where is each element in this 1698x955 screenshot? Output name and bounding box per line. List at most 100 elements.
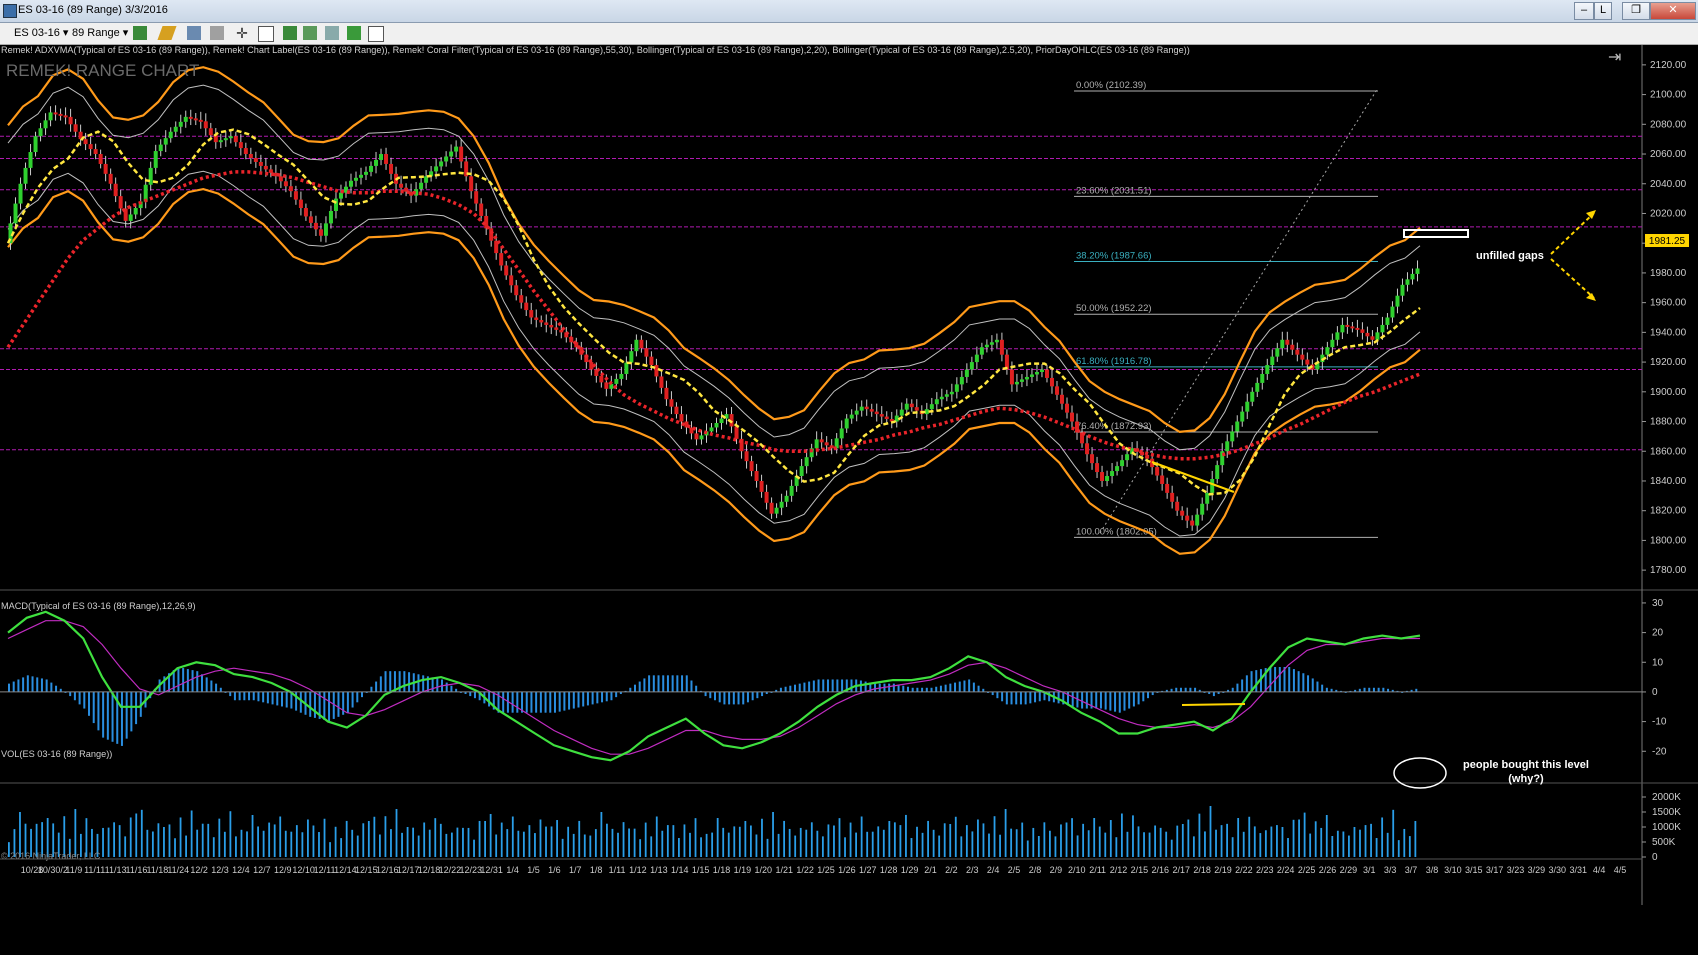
candle-up bbox=[43, 120, 48, 129]
data-box-icon[interactable] bbox=[368, 26, 384, 42]
macd-histogram-bar bbox=[280, 691, 283, 707]
macd-histogram-bar bbox=[1288, 667, 1291, 692]
eraser-icon[interactable] bbox=[210, 26, 224, 40]
chart-canvas[interactable]: 0.00% (2102.39) 23.60% (2031.51) 38.20% (1… bbox=[0, 45, 1698, 955]
volume-bar bbox=[1082, 823, 1085, 857]
candle-down bbox=[308, 216, 313, 223]
volume-bar bbox=[1414, 821, 1417, 857]
macd-histogram-bar bbox=[681, 675, 684, 692]
candle-down bbox=[544, 322, 549, 325]
volume-bar bbox=[888, 821, 891, 857]
volume-bar bbox=[700, 837, 702, 857]
volume-bar bbox=[1198, 813, 1201, 857]
zoom-icon[interactable] bbox=[258, 26, 274, 42]
volume-bar bbox=[390, 829, 392, 857]
volume-bar bbox=[246, 831, 248, 857]
x-tick-label: 1/5 bbox=[527, 865, 540, 875]
x-tick-label: 2/23 bbox=[1256, 865, 1274, 875]
close-button[interactable]: ✕ bbox=[1650, 2, 1696, 20]
volume-bar bbox=[129, 817, 132, 857]
candle-up bbox=[1270, 356, 1275, 366]
period-selector[interactable]: 89 Range ▾ bbox=[72, 26, 128, 40]
volume-bar bbox=[417, 835, 420, 857]
indicators-icon[interactable] bbox=[283, 26, 297, 40]
macd-histogram-bar bbox=[930, 687, 933, 692]
macd-histogram-bar bbox=[1137, 691, 1140, 705]
link-button[interactable]: L bbox=[1594, 2, 1612, 20]
macd-histogram-bar bbox=[864, 681, 867, 692]
macd-tick-label: 0 bbox=[1652, 687, 1658, 698]
volume-bar bbox=[1276, 825, 1278, 857]
candle-up bbox=[13, 203, 18, 224]
candle-up bbox=[359, 174, 363, 178]
x-tick-label: 1/8 bbox=[590, 865, 603, 875]
volume-bar bbox=[1231, 837, 1234, 857]
volume-bar bbox=[1154, 825, 1157, 857]
volume-bar bbox=[102, 827, 104, 857]
candle-down bbox=[644, 348, 649, 357]
volume-bar bbox=[611, 828, 614, 857]
volume-bar bbox=[190, 810, 193, 857]
volume-bar bbox=[849, 822, 852, 857]
candle-up bbox=[1215, 465, 1220, 479]
candle-up bbox=[323, 223, 328, 236]
instrument-selector[interactable]: ES 03-16 ▾ bbox=[14, 26, 68, 40]
macd-histogram-bar bbox=[822, 679, 825, 692]
x-tick-label: 1/29 bbox=[901, 865, 919, 875]
candle-down bbox=[233, 136, 238, 143]
x-tick-label: 12/7 bbox=[253, 865, 271, 875]
candle-up bbox=[1110, 471, 1115, 477]
volume-bar bbox=[478, 820, 481, 857]
volume-bar bbox=[988, 833, 990, 857]
volume-bar bbox=[1054, 836, 1057, 857]
candle-up bbox=[789, 485, 794, 496]
bar-type-icon[interactable] bbox=[133, 26, 147, 40]
macd-histogram-bar bbox=[742, 691, 745, 705]
scroll-to-end-icon[interactable]: ⇥ bbox=[1608, 49, 1621, 66]
volume-bar bbox=[273, 824, 276, 857]
volume-bar bbox=[672, 825, 675, 857]
candle-up bbox=[1400, 284, 1405, 296]
volume-bar bbox=[1087, 830, 1090, 857]
x-tick-label: 2/29 bbox=[1340, 865, 1358, 875]
macd-histogram-bar bbox=[817, 679, 820, 692]
macd-histogram-bar bbox=[732, 691, 735, 705]
candle-down bbox=[499, 253, 504, 266]
volume-bar bbox=[318, 832, 320, 857]
price-tick-label: 1960.00 bbox=[1650, 298, 1687, 309]
volume-bar bbox=[1325, 815, 1328, 857]
crosshair-icon[interactable]: ✛ bbox=[235, 26, 249, 40]
macd-histogram-bar bbox=[525, 691, 528, 713]
volume-bar bbox=[977, 819, 979, 857]
volume-bar bbox=[572, 833, 575, 857]
macd-histogram-bar bbox=[436, 678, 439, 692]
candle-up bbox=[28, 152, 33, 168]
volume-bar bbox=[1071, 818, 1073, 857]
candle-down bbox=[263, 165, 268, 170]
pen-icon[interactable] bbox=[187, 26, 201, 40]
maximize-button[interactable]: ❐ bbox=[1622, 2, 1650, 20]
window-title: ES 03-16 (89 Range) 3/3/2016 bbox=[18, 4, 168, 16]
volume-bar bbox=[1043, 822, 1046, 857]
candle-up bbox=[854, 410, 859, 415]
minimize-button[interactable]: – bbox=[1574, 2, 1594, 20]
volume-bar bbox=[473, 839, 475, 857]
macd-histogram-bar bbox=[337, 691, 340, 717]
macd-histogram-bar bbox=[911, 687, 914, 692]
volume-label: VOL(ES 03-16 (89 Range)) bbox=[1, 749, 112, 759]
save-icon[interactable] bbox=[347, 26, 361, 40]
macd-line bbox=[7, 610, 1421, 762]
candle-up bbox=[128, 214, 133, 221]
volume-bar bbox=[689, 832, 691, 857]
candle-down bbox=[193, 118, 198, 121]
price-tick-label: 2020.00 bbox=[1650, 208, 1687, 219]
properties-icon[interactable] bbox=[325, 26, 339, 40]
draw-tool-icon[interactable] bbox=[157, 26, 177, 40]
candle-down bbox=[93, 149, 98, 155]
macd-histogram-bar bbox=[1194, 687, 1197, 692]
macd-histogram-bar bbox=[328, 691, 331, 722]
strategies-icon[interactable] bbox=[303, 26, 317, 40]
volume-tick-label: 2000K bbox=[1652, 792, 1681, 803]
candle-up bbox=[183, 116, 188, 122]
volume-bar bbox=[279, 816, 282, 857]
